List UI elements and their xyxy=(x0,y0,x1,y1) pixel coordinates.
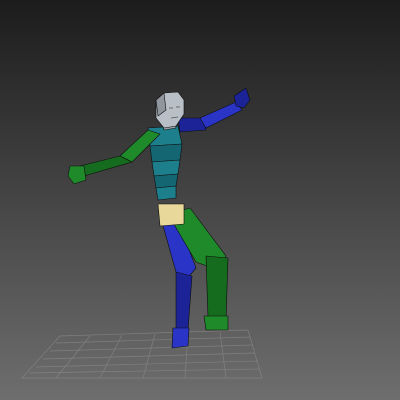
right-foot[interactable] xyxy=(203,315,229,331)
pelvis[interactable] xyxy=(157,203,185,227)
torso-segment-abdomen[interactable] xyxy=(155,185,177,201)
left-foot[interactable] xyxy=(171,327,190,349)
torso-segment-mid[interactable] xyxy=(151,159,181,177)
3d-viewport[interactable] xyxy=(0,0,400,400)
right-shin[interactable] xyxy=(205,255,229,321)
viewport-canvas[interactable] xyxy=(0,0,400,400)
torso-segment-upper[interactable] xyxy=(149,143,183,163)
viewport-background xyxy=(0,0,400,400)
